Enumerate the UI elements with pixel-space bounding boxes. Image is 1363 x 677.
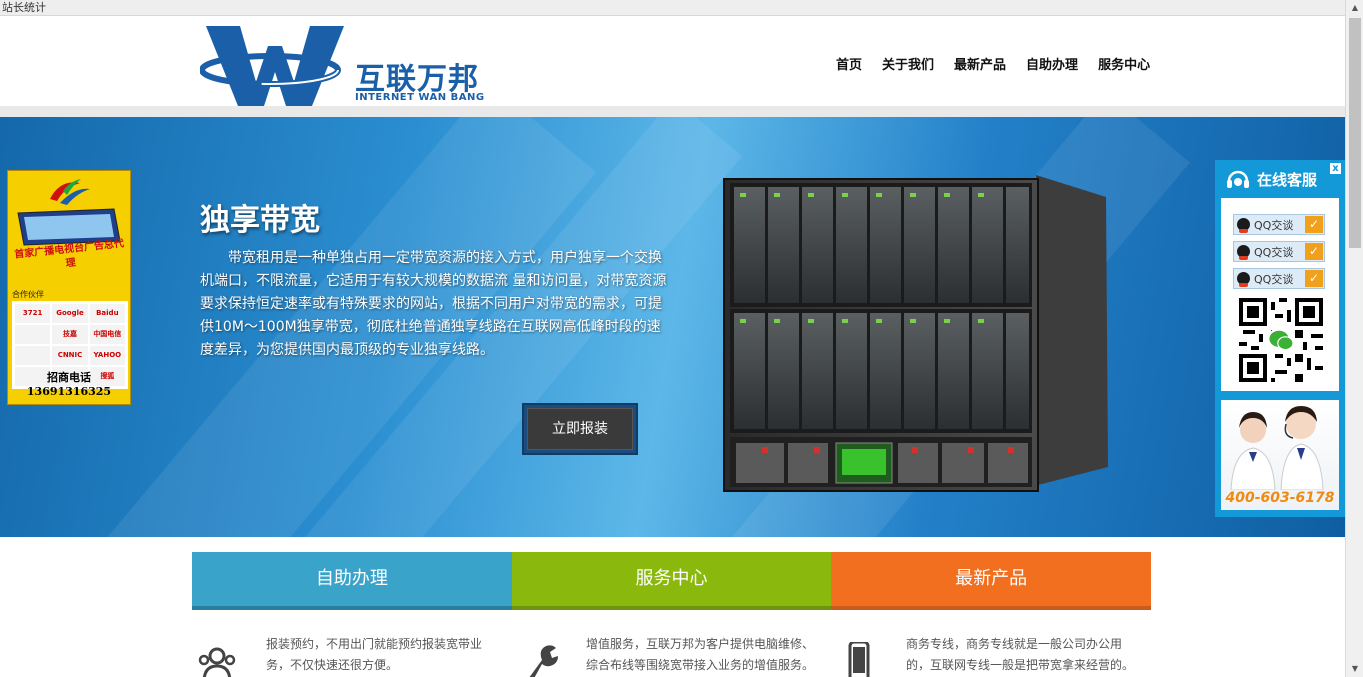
tab-latest-products[interactable]: 最新产品 (831, 552, 1152, 610)
qq-chat-button[interactable]: QQ交谈 ✓ (1233, 241, 1325, 262)
nav-service-center[interactable]: 服务中心 (1088, 54, 1160, 73)
qq-panel: QQ交谈 ✓ QQ交谈 ✓ QQ交谈 ✓ (1221, 198, 1339, 391)
logo-w-icon (200, 26, 344, 106)
ad-phone: 招商电话13691316325 (26, 371, 112, 398)
feature-text: 商务专线，商务专线就是一般公司办公用的，互联网专线一般是把带宽拿来经营的。 (906, 637, 1135, 672)
nav-home[interactable]: 首页 (826, 54, 872, 73)
scroll-down-icon[interactable]: ▼ (1346, 661, 1363, 677)
apply-now-label: 立即报装 (527, 408, 633, 450)
check-icon: ✓ (1305, 216, 1323, 233)
blade-server-image (723, 175, 1108, 492)
ad-partner: 3721 (15, 304, 51, 323)
page: 站长统计 互联万邦 INTERNET WAN BANG 首页 关于我们 最新产品… (0, 0, 1363, 677)
nav-about[interactable]: 关于我们 (872, 54, 944, 73)
logo-text-en: INTERNET WAN BANG (355, 92, 485, 103)
user-group-icon (198, 647, 236, 677)
feature-text: 增值服务，互联万邦为客户提供电脑维修、综合布线等围绕宽带接入业务的增值服务。 (586, 637, 815, 672)
ad-partners-label: 合作伙伴 (12, 290, 44, 299)
ad-partner: Baidu (89, 304, 125, 323)
ad-partner: 中国电信 (89, 325, 125, 344)
page-scrollbar[interactable]: ▲ ▼ (1345, 0, 1363, 677)
feature-business-line: 商务专线，商务专线就是一般公司办公用的，互联网专线一般是把带宽拿来经营的。 (832, 634, 1152, 677)
check-icon: ✓ (1305, 270, 1323, 287)
nav-self-service[interactable]: 自助办理 (1016, 54, 1088, 73)
service-tabs: 自助办理 服务中心 最新产品 (192, 552, 1152, 610)
banner-description: 带宽租用是一种单独占用一定带宽资源的接入方式，用户独享一个交换机端口，不限流量，… (200, 250, 667, 358)
nav-products[interactable]: 最新产品 (944, 54, 1016, 73)
qq-chat-label: QQ交谈 (1254, 245, 1294, 259)
phone-device-icon (848, 642, 870, 677)
scroll-up-icon[interactable]: ▲ (1346, 0, 1363, 16)
close-icon[interactable]: x (1330, 163, 1341, 174)
qq-penguin-icon (1237, 245, 1250, 260)
tab-self-service[interactable]: 自助办理 (192, 552, 512, 610)
online-service-panel: 在线客服 x QQ交谈 ✓ QQ交谈 ✓ QQ交谈 ✓ 400-603-6178 (1215, 160, 1345, 517)
header-divider (0, 106, 1345, 117)
check-icon: ✓ (1305, 243, 1323, 260)
qq-penguin-icon (1237, 218, 1250, 233)
qq-chat-label: QQ交谈 (1254, 218, 1294, 232)
service-phone: 400-603-6178 (1225, 490, 1335, 506)
feature-value-added: 增值服务，互联万邦为客户提供电脑维修、综合布线等围绕宽带接入业务的增值服务。 (512, 634, 832, 677)
browser-tab-title: 站长统计 (0, 0, 1345, 16)
banner-title: 独享带宽 (200, 203, 320, 238)
feature-text: 报装预约，不用出门就能预约报装宽带业务，不仅快速还很方便。 (266, 637, 483, 672)
ad-logo-icon (50, 179, 90, 205)
qq-penguin-icon (1237, 272, 1250, 287)
online-service-title: 在线客服 (1257, 171, 1318, 189)
site-header: 互联万邦 INTERNET WAN BANG 首页 关于我们 最新产品 自助办理… (0, 16, 1345, 106)
ad-partner: CNNIC (52, 346, 88, 365)
wrench-icon (529, 645, 558, 677)
main-nav: 首页 关于我们 最新产品 自助办理 服务中心 (826, 54, 1160, 73)
feature-booking: 报装预约，不用出门就能预约报装宽带业务，不仅快速还很方便。 (192, 634, 512, 677)
agent-avatar-icon (1230, 406, 1324, 490)
ad-partner: 技嘉 (52, 325, 88, 344)
ad-partner (15, 325, 51, 344)
ad-partner (15, 346, 51, 365)
ad-partner: Google (52, 304, 88, 323)
wechat-qr-code-icon[interactable] (1239, 298, 1323, 382)
service-agent-photo[interactable]: 400-603-6178 (1221, 400, 1339, 510)
qq-chat-label: QQ交谈 (1254, 272, 1294, 286)
apply-now-button[interactable]: 立即报装 (522, 403, 638, 455)
qq-chat-button[interactable]: QQ交谈 ✓ (1233, 268, 1325, 289)
left-float-ad[interactable]: 首家广播电视台广告总代理 合作伙伴 3721 Google Baidu 技嘉 中… (7, 170, 131, 405)
hero-banner: 独享带宽 带宽租用是一种单独占用一定带宽资源的接入方式，用户独享一个交换机端口，… (0, 117, 1345, 537)
ad-partner: YAHOO (89, 346, 125, 365)
scroll-thumb[interactable] (1349, 18, 1361, 248)
qq-chat-button[interactable]: QQ交谈 ✓ (1233, 214, 1325, 235)
tab-service-center[interactable]: 服务中心 (511, 552, 832, 610)
